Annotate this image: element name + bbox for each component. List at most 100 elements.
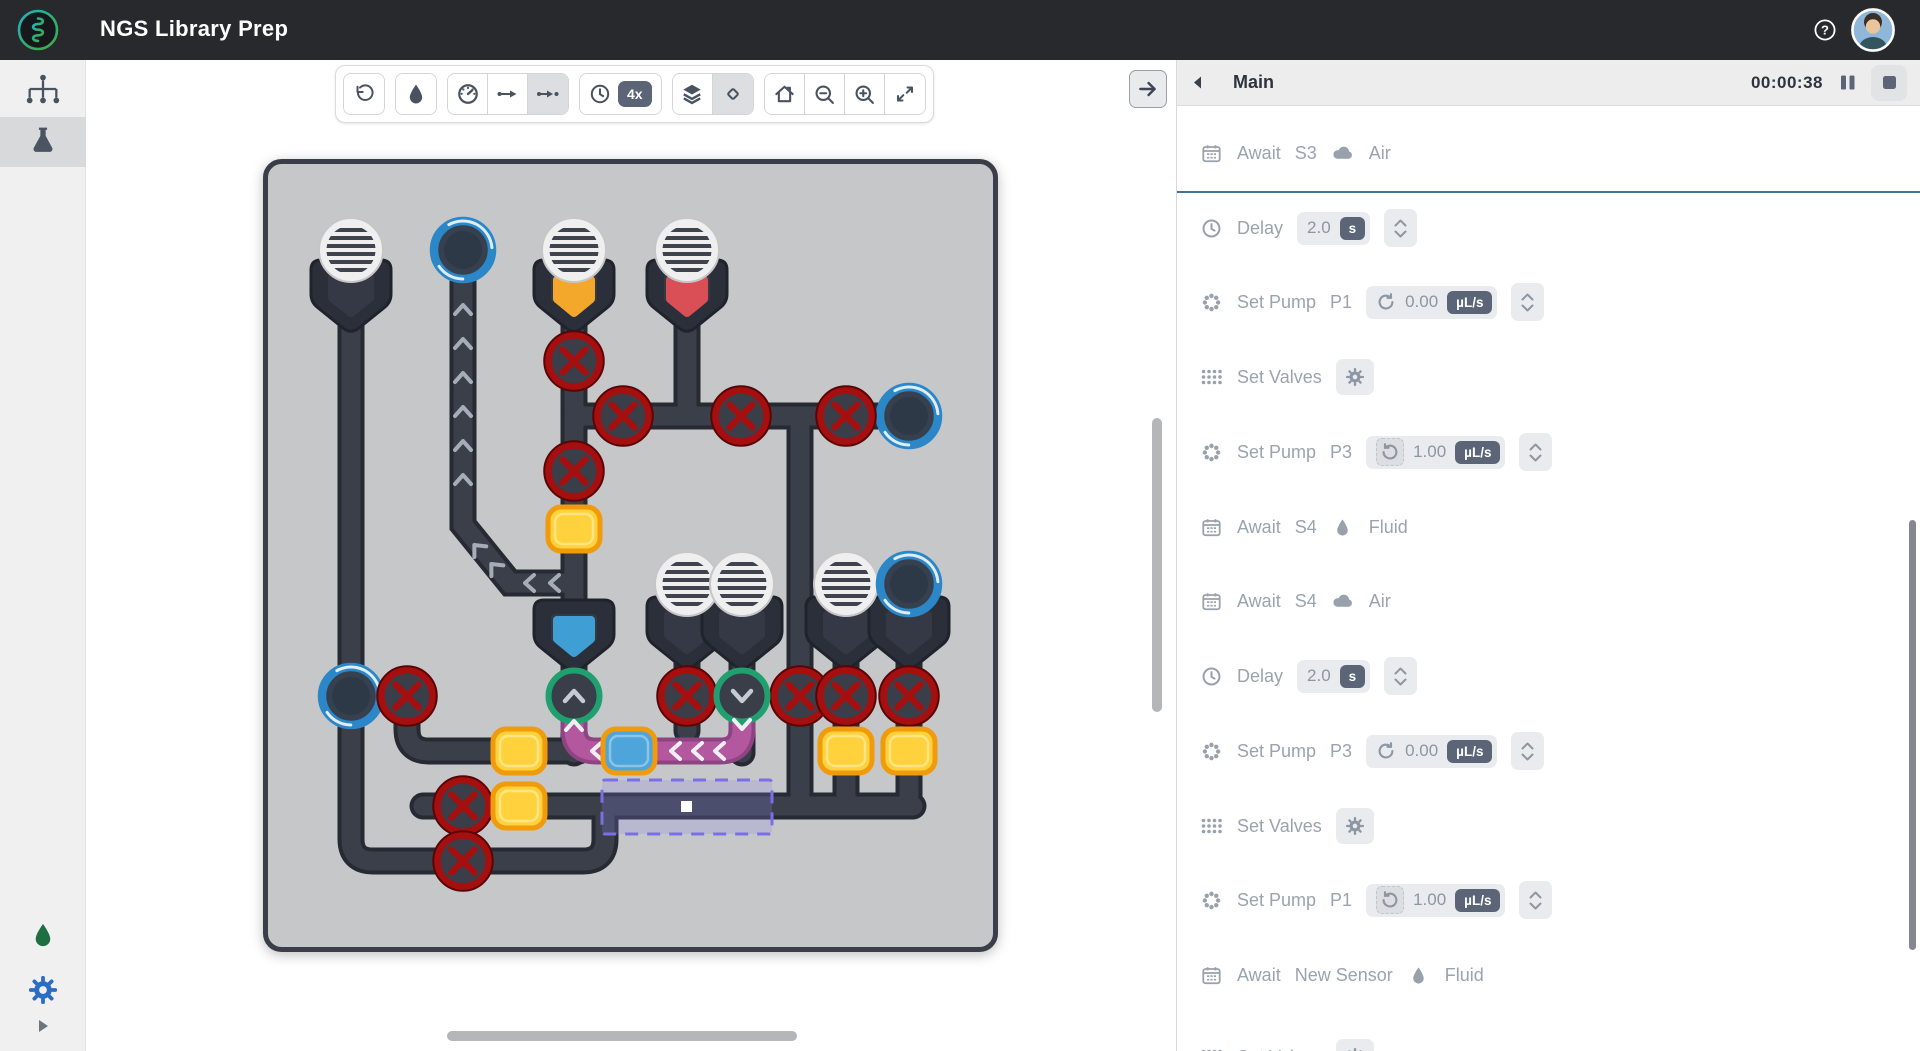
pump-rate-input[interactable]: 1.00 µL/s: [1366, 435, 1506, 469]
value-stepper[interactable]: [1384, 209, 1418, 247]
back-chevron-icon[interactable]: [1191, 75, 1211, 91]
fullscreen-icon[interactable]: [884, 74, 925, 114]
closed-valve[interactable]: [817, 387, 876, 446]
open-valve[interactable]: [493, 729, 545, 773]
step-row-pump[interactable]: Set Pump P3 1.00 µL/s: [1199, 430, 1899, 474]
step-row-delay[interactable]: Delay 2.0 s: [1199, 206, 1899, 250]
step-label: Set Valves: [1237, 1047, 1322, 1051]
step-label: Set Pump: [1237, 740, 1317, 761]
home-icon[interactable]: [764, 74, 805, 114]
program-title: Main: [1233, 72, 1275, 92]
step-row-valves[interactable]: Set Valves: [1199, 1035, 1899, 1051]
flask-icon: [26, 123, 60, 162]
pause-button[interactable]: [1839, 74, 1857, 91]
open-valve[interactable]: [493, 784, 545, 828]
value-stepper[interactable]: [1511, 283, 1545, 321]
open-valve[interactable]: [883, 729, 935, 773]
value-stepper[interactable]: [1384, 657, 1418, 695]
vertical-scrollbar[interactable]: [1152, 418, 1162, 712]
pump-rate-input[interactable]: 1.00 µL/s: [1366, 883, 1506, 917]
step-row-pump[interactable]: Set Pump P1 1.00 µL/s: [1199, 878, 1899, 922]
sidebar-item-fluids[interactable]: [0, 912, 86, 962]
horizontal-scrollbar[interactable]: [447, 1031, 797, 1041]
fluid-filled-valve[interactable]: [603, 729, 655, 773]
pump-valve-down[interactable]: [717, 671, 768, 722]
zoom-in-icon[interactable]: [844, 74, 885, 114]
sidebar-item-flow-tree[interactable]: [0, 66, 86, 116]
undo-icon[interactable]: [344, 74, 384, 114]
zoom-out-icon[interactable]: [804, 74, 845, 114]
step-row-delay[interactable]: Delay 2.0 s: [1199, 654, 1899, 698]
step-label: Await: [1237, 964, 1281, 985]
layers-icon[interactable]: [672, 74, 713, 114]
step-row-await[interactable]: Await New Sensor Fluid: [1199, 953, 1899, 997]
closed-valve[interactable]: [545, 332, 604, 391]
closed-valve[interactable]: [545, 442, 604, 501]
panel-scrollbar[interactable]: [1909, 520, 1916, 950]
flow-through-icon[interactable]: [488, 74, 528, 114]
gauge-icon[interactable]: [448, 74, 488, 114]
chip-canvas[interactable]: [263, 159, 998, 952]
step-row-await[interactable]: Await S3 Air: [1199, 131, 1899, 175]
value-stepper[interactable]: [1511, 732, 1545, 770]
step-row-valves[interactable]: Set Valves: [1199, 355, 1899, 399]
step-target: S3: [1294, 142, 1317, 163]
grid-icon: [1199, 368, 1223, 386]
open-valve[interactable]: [548, 507, 600, 551]
sidebar-item-chip-lab[interactable]: [0, 117, 86, 167]
selection-overlay[interactable]: [600, 778, 774, 836]
calendar-icon: [1199, 517, 1223, 538]
stop-button[interactable]: [1871, 64, 1907, 101]
closed-valve[interactable]: [378, 667, 437, 726]
pump-icon: [1199, 741, 1223, 762]
droplet-tool-icon[interactable]: [396, 74, 436, 114]
configure-valves-button[interactable]: [1335, 808, 1374, 844]
closed-valve[interactable]: [658, 667, 717, 726]
step-row-await[interactable]: Await S4 Fluid: [1199, 505, 1899, 549]
step-row-pump[interactable]: Set Pump P1 0.00 µL/s: [1199, 280, 1899, 324]
unit-badge: s: [1339, 664, 1366, 688]
program-panel: Main 00:00:38 Await S3 Air Delay 2.0 s Set Pum…: [1176, 60, 1920, 1051]
step-target: S4: [1294, 516, 1317, 537]
closed-valve[interactable]: [434, 832, 493, 891]
closed-valve[interactable]: [817, 667, 876, 726]
closed-valve[interactable]: [434, 777, 493, 836]
help-icon[interactable]: ?: [1814, 19, 1836, 41]
flow-stop-icon[interactable]: [528, 74, 568, 114]
step-medium: Fluid: [1368, 516, 1408, 537]
user-avatar[interactable]: [1850, 7, 1896, 53]
unit-badge: µL/s: [1455, 888, 1501, 912]
collapse-panel-button[interactable]: [1129, 70, 1167, 108]
closed-valve[interactable]: [594, 387, 653, 446]
closed-valve[interactable]: [712, 387, 771, 446]
speed-value: 4x: [618, 81, 652, 107]
pump-valve-up[interactable]: [549, 671, 600, 722]
diamond-layer-icon[interactable]: [712, 74, 753, 114]
top-bar: NGS Library Prep ?: [0, 0, 1920, 60]
configure-valves-button[interactable]: [1335, 1039, 1374, 1051]
step-label: Set Pump: [1237, 889, 1317, 910]
step-row-pump[interactable]: Set Pump P3 0.00 µL/s: [1199, 729, 1899, 773]
delay-value-input[interactable]: 2.0 s: [1297, 211, 1371, 245]
step-label: Set Pump: [1237, 291, 1317, 312]
step-row-await[interactable]: Await S4 Air: [1199, 579, 1899, 623]
closed-valve[interactable]: [880, 667, 939, 726]
value-stepper[interactable]: [1519, 881, 1553, 919]
selection-handle[interactable]: [681, 801, 692, 812]
speed-control[interactable]: 4x: [580, 74, 661, 114]
delay-value-input[interactable]: 2.0 s: [1297, 659, 1371, 693]
step-target: S4: [1294, 590, 1317, 611]
pump-rate-input[interactable]: 0.00 µL/s: [1366, 285, 1498, 319]
sidebar-expand-button[interactable]: [0, 1010, 86, 1046]
pump-rate-input[interactable]: 0.00 µL/s: [1366, 734, 1498, 768]
open-valve[interactable]: [820, 729, 872, 773]
pump-direction-ccw-icon[interactable]: [1376, 886, 1405, 914]
pump-direction-cw-icon[interactable]: [1376, 292, 1396, 312]
pump-direction-cw-icon[interactable]: [1376, 741, 1396, 761]
value-stepper[interactable]: [1519, 433, 1553, 471]
pump-direction-ccw-icon[interactable]: [1376, 438, 1405, 466]
chip-workspace[interactable]: 4x: [86, 60, 1176, 1051]
configure-valves-button[interactable]: [1335, 359, 1374, 395]
step-target: P1: [1330, 889, 1353, 910]
step-row-valves[interactable]: Set Valves: [1199, 804, 1899, 848]
